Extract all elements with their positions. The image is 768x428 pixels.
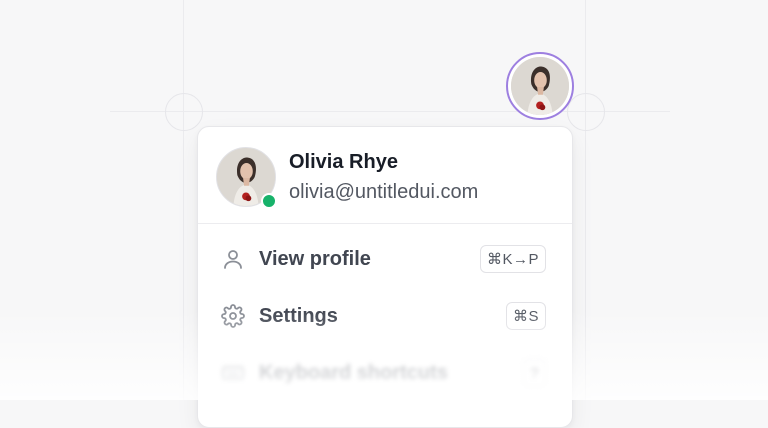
user-icon [221,247,245,271]
user-name: Olivia Rhye [289,151,398,173]
avatar-photo [511,57,569,115]
shortcut-badge: ? [523,359,546,387]
menu-item-keyboard-shortcuts[interactable]: Keyboard shortcuts ? [206,349,562,397]
user-avatar [216,147,277,209]
guide-line-right [585,0,586,400]
guide-circle-left [165,93,203,131]
account-dropdown-menu: Olivia Rhye olivia@untitledui.com View p… [197,126,573,428]
guide-line-left [183,0,184,400]
shortcut-badge: ⌘K→P [479,245,546,273]
online-status-indicator [261,193,277,209]
menu-item-view-profile[interactable]: View profile ⌘K→P [206,235,562,283]
menu-item-label: Keyboard shortcuts [259,361,448,384]
account-avatar-button[interactable] [506,52,574,120]
user-email: olivia@untitledui.com [289,181,479,203]
menu-item-settings[interactable]: Settings ⌘S [206,292,562,340]
menu-item-label: Settings [259,304,338,327]
user-info-header: Olivia Rhye olivia@untitledui.com [198,127,572,224]
shortcut-badge: ⌘S [505,302,546,330]
keyboard-icon [221,361,245,385]
guide-circle-right [567,93,605,131]
gear-icon [221,304,245,328]
menu-item-label: View profile [259,247,371,270]
